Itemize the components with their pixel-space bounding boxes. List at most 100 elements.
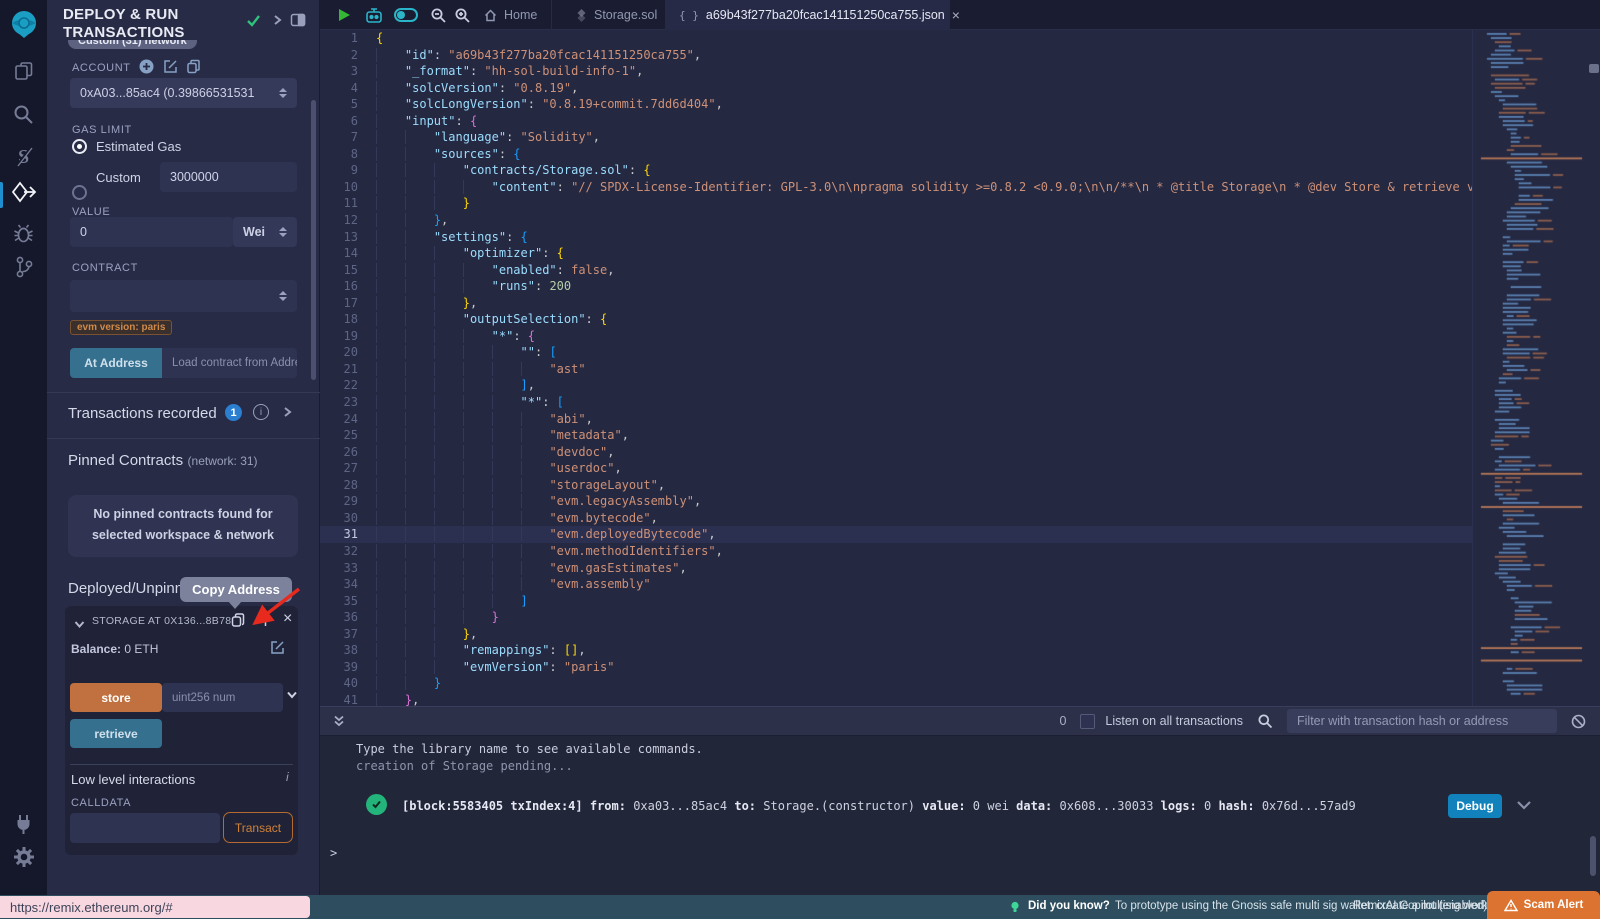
evm-version-badge: evm version: paris bbox=[70, 320, 172, 335]
close-tab-icon[interactable]: × bbox=[952, 7, 960, 23]
zoom-in-icon[interactable] bbox=[454, 7, 471, 24]
custom-gas-value: 3000000 bbox=[170, 170, 219, 184]
settings-gear-icon[interactable] bbox=[0, 845, 47, 869]
transact-button[interactable]: Transact bbox=[223, 812, 293, 843]
edit-balance-icon[interactable] bbox=[270, 640, 285, 655]
scam-alert-badge[interactable]: Scam Alert bbox=[1487, 891, 1600, 919]
account-select[interactable]: 0xA03...85ac4 (0.39866531531 bbox=[70, 78, 297, 108]
calldata-input[interactable] bbox=[70, 813, 220, 843]
copilot-toggle[interactable] bbox=[394, 8, 418, 22]
statusbar: Did you know? To prototype using the Gno… bbox=[0, 895, 1600, 919]
copy-address-icon[interactable] bbox=[230, 612, 246, 628]
lightbulb-icon bbox=[1010, 901, 1020, 914]
store-expand-chevron[interactable] bbox=[286, 689, 298, 701]
code-editor[interactable]: 1{2 "id": "a69b43f277ba20fcac141151250ca… bbox=[320, 30, 1600, 706]
copilot-status[interactable]: RemixAI Copilot (enabled) bbox=[1353, 900, 1487, 912]
minimap[interactable] bbox=[1472, 30, 1588, 706]
store-arg-input[interactable]: uint256 num bbox=[162, 683, 283, 712]
file-explorer-icon[interactable] bbox=[0, 60, 47, 82]
gas-limit-label: GAS LIMIT bbox=[72, 124, 132, 136]
at-address-input[interactable]: Load contract from Addre bbox=[162, 348, 297, 378]
deployed-contract-card: STORAGE AT 0X136...8B78 × Balance: 0 ETH… bbox=[65, 606, 298, 855]
panel-check-icon bbox=[245, 12, 262, 29]
add-account-icon[interactable] bbox=[139, 59, 154, 74]
transactions-expand-chevron[interactable] bbox=[281, 406, 293, 418]
copy-address-tooltip: Copy Address bbox=[180, 577, 292, 602]
debug-button[interactable]: Debug bbox=[1448, 794, 1502, 818]
terminal[interactable]: Type the library name to see available c… bbox=[320, 736, 1600, 895]
terminal-line-1: Type the library name to see available c… bbox=[356, 742, 703, 756]
balance-value: 0 ETH bbox=[124, 642, 158, 656]
value-unit-select[interactable]: Wei bbox=[233, 217, 297, 247]
no-pinned-contracts-box: No pinned contracts found for selected w… bbox=[68, 495, 298, 557]
estimated-gas-label: Estimated Gas bbox=[96, 139, 181, 154]
remove-contract-icon[interactable]: × bbox=[283, 610, 292, 628]
edit-account-icon[interactable] bbox=[163, 59, 178, 74]
pin-contract-icon[interactable] bbox=[258, 612, 273, 628]
listen-count: 0 bbox=[1059, 714, 1066, 728]
custom-gas-input[interactable]: 3000000 bbox=[160, 162, 297, 192]
source-control-icon[interactable] bbox=[0, 255, 47, 279]
terminal-search-icon[interactable] bbox=[1257, 713, 1273, 729]
network-badge: Custom (31) network bbox=[68, 40, 197, 49]
plugin-manager-icon[interactable] bbox=[0, 812, 47, 836]
copy-account-icon[interactable] bbox=[186, 59, 201, 74]
terminal-collapse-icon[interactable] bbox=[332, 714, 346, 728]
icon-sidebar: S bbox=[0, 0, 47, 895]
clear-console-icon[interactable] bbox=[1571, 714, 1586, 729]
remix-ide-window: S bbox=[0, 0, 1600, 919]
low-level-heading: Low level interactions bbox=[71, 772, 195, 787]
editor-scrollbar[interactable] bbox=[1588, 30, 1600, 706]
ai-assistant-icon[interactable] bbox=[364, 6, 384, 25]
editor-area: Home Storage.sol { } a69b43f277ba20fcac1… bbox=[320, 0, 1600, 895]
tx-expand-chevron[interactable] bbox=[1516, 798, 1532, 812]
panel-layout-icon[interactable] bbox=[290, 12, 306, 28]
panel-scrollbar[interactable] bbox=[311, 100, 316, 380]
custom-gas-radio[interactable] bbox=[72, 185, 87, 200]
custom-gas-label: Custom bbox=[96, 170, 141, 185]
value-amount: 0 bbox=[80, 225, 87, 239]
tab-storage-sol[interactable]: Storage.sol bbox=[562, 0, 672, 30]
deploy-run-panel: DEPLOY & RUN TRANSACTIONS Custom (31) ne… bbox=[47, 0, 320, 895]
balance-label: Balance: bbox=[71, 642, 121, 656]
at-address-button[interactable]: At Address bbox=[70, 348, 162, 378]
account-value: 0xA03...85ac4 (0.39866531531 bbox=[80, 86, 254, 100]
deploy-and-run-icon[interactable] bbox=[0, 181, 47, 205]
contract-instance-title: STORAGE AT 0X136...8B78 bbox=[92, 615, 231, 627]
no-pinned-line2: selected workspace & network bbox=[68, 525, 298, 546]
tip-title: Did you know? bbox=[1028, 900, 1110, 912]
account-select-stepper bbox=[279, 88, 287, 98]
panel-collapse-chevron[interactable] bbox=[271, 14, 283, 26]
tx-log-text[interactable]: [block:5583405 txIndex:4] from: 0xa03...… bbox=[402, 799, 1356, 813]
run-script-icon[interactable] bbox=[336, 7, 352, 23]
tab-home-label: Home bbox=[504, 8, 537, 22]
retrieve-button[interactable]: retrieve bbox=[70, 719, 162, 748]
store-button[interactable]: store bbox=[70, 683, 162, 712]
divider bbox=[70, 764, 293, 765]
terminal-prompt[interactable]: > bbox=[330, 846, 337, 860]
contract-select[interactable] bbox=[70, 280, 297, 312]
terminal-scrollbar-thumb[interactable] bbox=[1590, 836, 1596, 876]
debugger-icon[interactable] bbox=[0, 222, 47, 245]
contract-label: CONTRACT bbox=[72, 262, 138, 274]
value-unit: Wei bbox=[243, 225, 265, 239]
transactions-info-icon[interactable]: i bbox=[253, 404, 269, 420]
solidity-compiler-icon[interactable]: S bbox=[0, 143, 47, 169]
warning-icon bbox=[1504, 899, 1518, 912]
zoom-out-icon[interactable] bbox=[430, 7, 447, 24]
value-input[interactable]: 0 bbox=[70, 217, 233, 247]
braces-icon: { } bbox=[679, 9, 699, 22]
panel-title-line1: DEPLOY & RUN bbox=[63, 6, 178, 24]
contract-select-stepper bbox=[279, 291, 287, 301]
low-level-info-icon[interactable]: i bbox=[286, 770, 289, 784]
editor-scrollbar-thumb[interactable] bbox=[1589, 64, 1599, 73]
listen-checkbox[interactable] bbox=[1080, 714, 1095, 729]
contract-collapse-chevron[interactable] bbox=[73, 618, 86, 631]
filter-input[interactable]: Filter with transaction hash or address bbox=[1287, 709, 1557, 733]
tab-home[interactable]: Home bbox=[470, 0, 552, 30]
remix-logo-icon[interactable] bbox=[0, 8, 47, 40]
search-icon[interactable] bbox=[0, 103, 47, 126]
pinned-contracts-title: Pinned Contracts bbox=[68, 452, 183, 469]
estimated-gas-radio[interactable] bbox=[72, 139, 87, 154]
tab-json-active[interactable]: { } a69b43f277ba20fcac141151250ca755.jso… bbox=[665, 0, 950, 30]
